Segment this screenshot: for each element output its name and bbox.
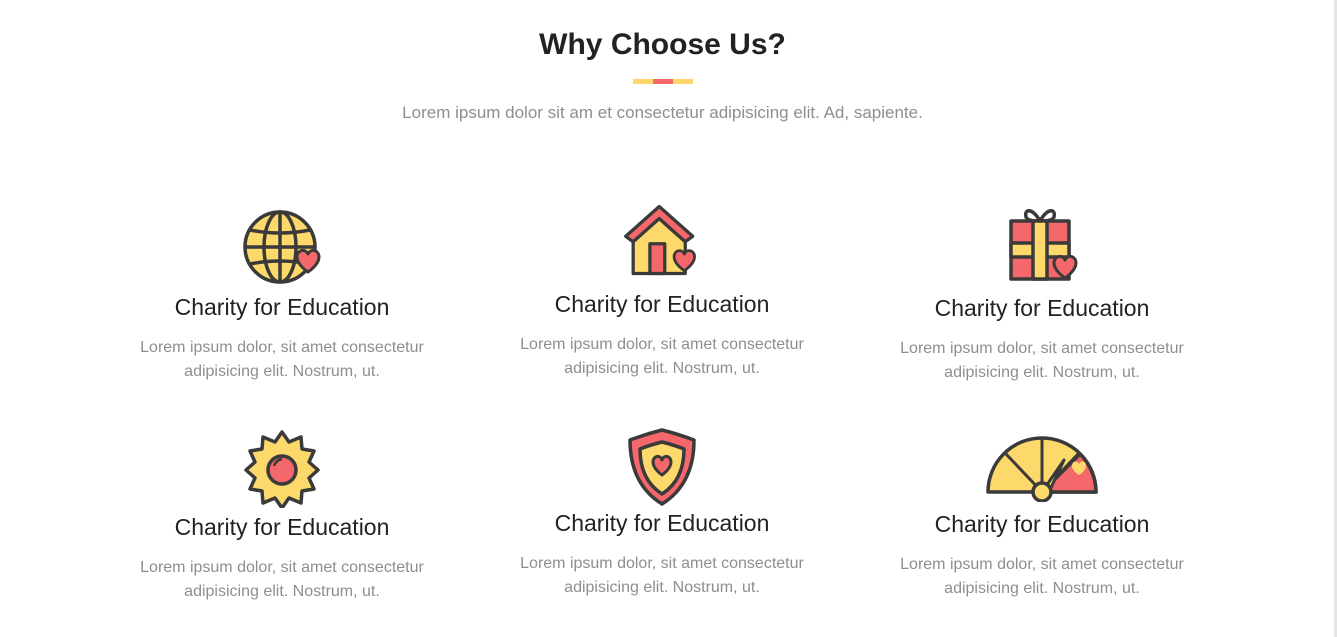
section-subtitle: Lorem ipsum dolor sit am et consectetur … xyxy=(402,103,923,122)
feature-card: Charity for Education Lorem ipsum dolor,… xyxy=(472,420,852,610)
feature-description: Lorem ipsum dolor, sit amet consectetur … xyxy=(140,559,424,600)
feature-title: Charity for Education xyxy=(554,510,770,536)
feature-title: Charity for Education xyxy=(174,514,390,540)
feature-description: Lorem ipsum dolor, sit amet consectetur … xyxy=(140,339,424,380)
feature-card: Charity for Education Lorem ipsum dolor,… xyxy=(92,200,472,390)
feature-title: Charity for Education xyxy=(934,511,1150,537)
feature-card: Charity for Education Lorem ipsum dolor,… xyxy=(852,200,1232,390)
flower-icon xyxy=(242,428,322,508)
shield-heart-icon xyxy=(622,426,702,506)
feature-description: Lorem ipsum dolor, sit amet consectetur … xyxy=(520,555,804,596)
feature-title: Charity for Education xyxy=(174,294,390,320)
section-title: Why Choose Us? xyxy=(539,28,786,61)
globe-heart-icon xyxy=(242,205,322,285)
gauge-heart-icon xyxy=(982,422,1102,502)
feature-title: Charity for Education xyxy=(934,295,1150,321)
feature-title: Charity for Education xyxy=(554,291,770,317)
feature-description: Lorem ipsum dolor, sit amet consectetur … xyxy=(900,340,1184,381)
feature-card: Charity for Education Lorem ipsum dolor,… xyxy=(92,420,472,610)
house-heart-icon xyxy=(622,200,702,280)
feature-card: Charity for Education Lorem ipsum dolor,… xyxy=(852,420,1232,610)
feature-card: Charity for Education Lorem ipsum dolor,… xyxy=(472,200,852,390)
feature-description: Lorem ipsum dolor, sit amet consectetur … xyxy=(520,336,804,377)
gift-heart-icon xyxy=(1002,203,1082,283)
feature-description: Lorem ipsum dolor, sit amet consectetur … xyxy=(900,556,1184,597)
title-divider xyxy=(633,79,693,84)
